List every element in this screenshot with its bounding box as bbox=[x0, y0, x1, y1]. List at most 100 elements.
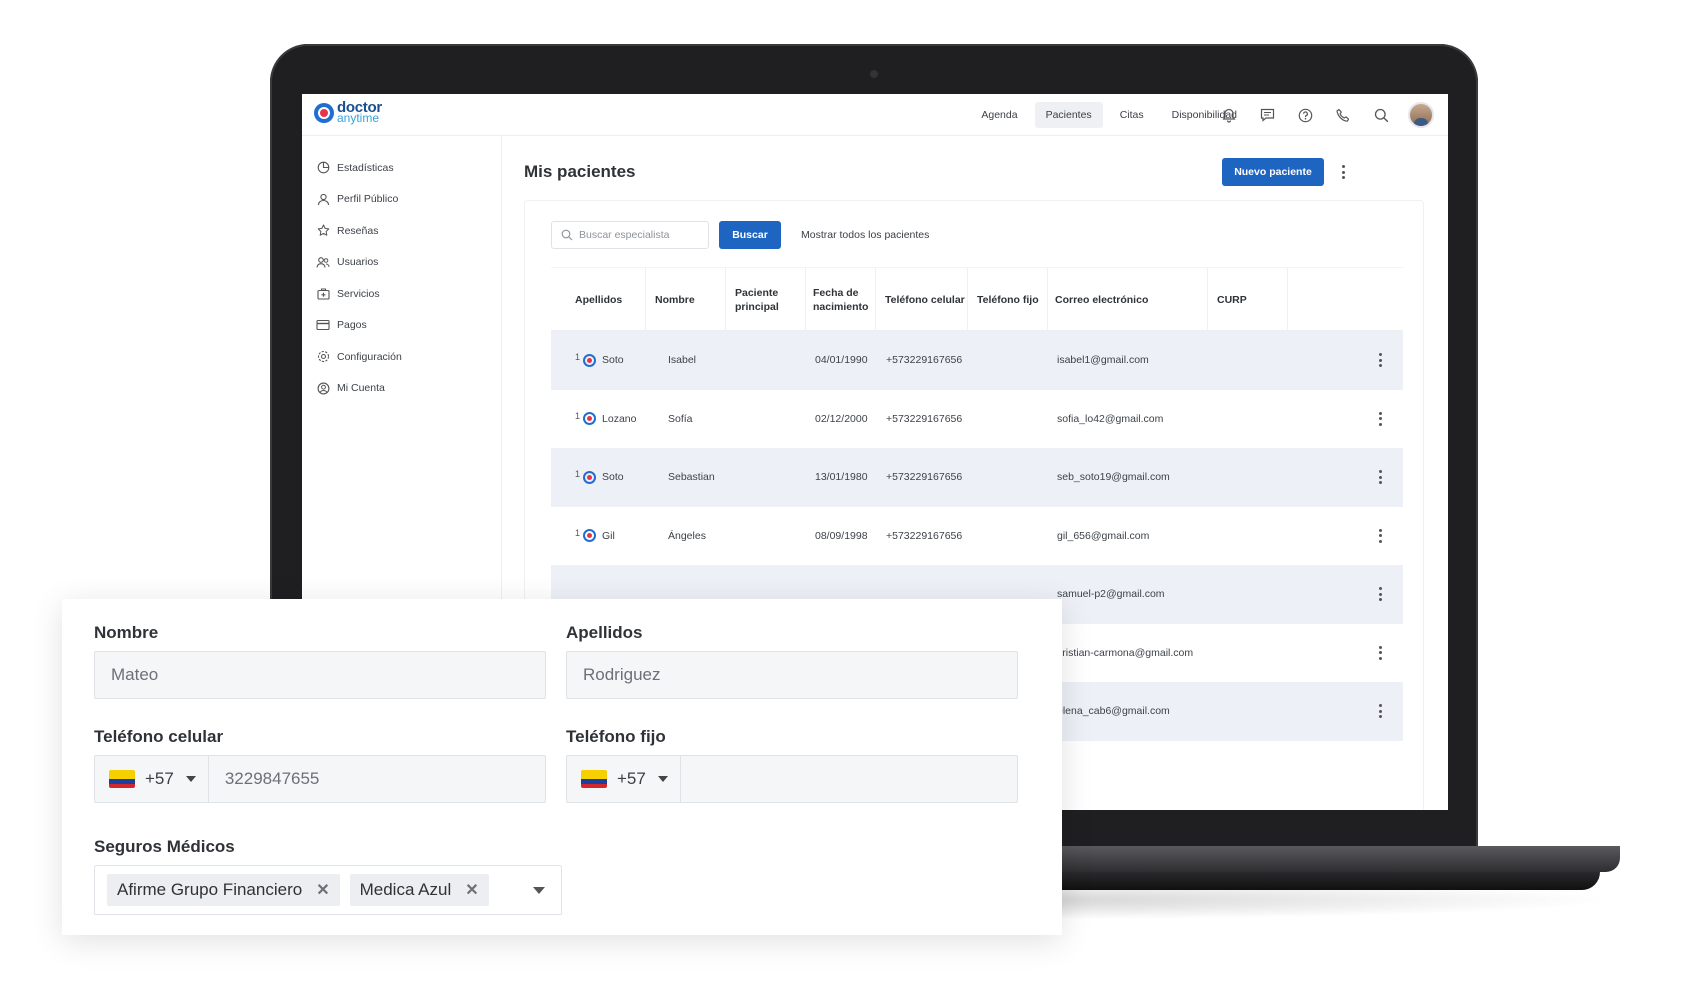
chat-icon[interactable] bbox=[1256, 104, 1278, 126]
nav-pacientes[interactable]: Pacientes bbox=[1034, 102, 1103, 128]
search-button[interactable]: Buscar bbox=[719, 221, 781, 249]
fijo-field[interactable]: +57 bbox=[566, 755, 1018, 803]
cell-email: isabel1@gmail.com bbox=[1057, 354, 1149, 367]
seguros-multiselect[interactable]: Afirme Grupo Financiero ✕ Medica Azul ✕ bbox=[94, 865, 562, 915]
sidebar-item-label: Reseñas bbox=[337, 224, 379, 237]
bell-icon[interactable] bbox=[1218, 104, 1240, 126]
row-menu-icon[interactable] bbox=[1377, 468, 1383, 486]
col-divider bbox=[875, 268, 876, 332]
cell-email: samuel-p2@gmail.com bbox=[1057, 588, 1165, 601]
cell-celular: +573229167656 bbox=[886, 354, 963, 367]
country-code-value: +57 bbox=[617, 769, 646, 788]
search-icon[interactable] bbox=[1370, 104, 1392, 126]
sidebar-item-pagos[interactable]: Pagos bbox=[302, 310, 501, 342]
sidebar-item-configuracion[interactable]: Configuración bbox=[302, 341, 501, 373]
celular-field[interactable]: +57 3229847655 bbox=[94, 755, 546, 803]
sidebar-item-mi-cuenta[interactable]: Mi Cuenta bbox=[302, 373, 501, 405]
col-apellidos[interactable]: Apellidos bbox=[575, 268, 622, 332]
cell-celular: +573229167656 bbox=[886, 471, 963, 484]
sidebar-item-perfil[interactable]: Perfil Público bbox=[302, 184, 501, 216]
sidebar-item-label: Estadísticas bbox=[337, 161, 394, 174]
col-fijo[interactable]: Teléfono fijo bbox=[977, 268, 1039, 332]
rank-badge: 1 bbox=[575, 352, 581, 363]
nav-citas[interactable]: Citas bbox=[1109, 102, 1155, 128]
more-options-icon[interactable] bbox=[1338, 162, 1348, 182]
table-row[interactable]: 1 Lozano Sofía 02/12/2000 +573229167656 s… bbox=[551, 390, 1403, 449]
row-menu-icon[interactable] bbox=[1377, 585, 1383, 603]
cell-nombre: Sofía bbox=[668, 412, 693, 425]
col-divider bbox=[725, 268, 726, 332]
stage: doctor anytime Agenda Pacientes Citas Di… bbox=[0, 0, 1698, 988]
star-icon bbox=[316, 224, 330, 238]
country-code-value: +57 bbox=[145, 769, 174, 788]
cell-email: gil_656@gmail.com bbox=[1057, 529, 1150, 542]
search-input[interactable]: Buscar especialista bbox=[551, 221, 709, 249]
col-celular[interactable]: Teléfono celular bbox=[885, 268, 965, 332]
apellidos-text: Gil bbox=[602, 529, 615, 542]
table-row[interactable]: 1 Gil Ángeles 08/09/1998 +573229167656 gi… bbox=[551, 507, 1403, 566]
chevron-down-icon[interactable] bbox=[533, 887, 545, 894]
country-code-select[interactable]: +57 bbox=[567, 756, 681, 802]
col-nombre[interactable]: Nombre bbox=[655, 268, 695, 332]
sidebar-item-estadisticas[interactable]: Estadísticas bbox=[302, 152, 501, 184]
col-divider bbox=[1047, 268, 1048, 332]
sidebar-item-label: Perfil Público bbox=[337, 193, 399, 206]
chart-icon bbox=[316, 161, 330, 175]
insurance-chip: Afirme Grupo Financiero ✕ bbox=[107, 874, 340, 906]
col-divider bbox=[1207, 268, 1208, 332]
patient-form-panel: Nombre Mateo Apellidos Rodriguez Teléfon… bbox=[62, 599, 1062, 935]
country-code-select[interactable]: +57 bbox=[95, 756, 209, 802]
celular-value: 3229847655 bbox=[224, 769, 320, 788]
top-bar: doctor anytime Agenda Pacientes Citas Di… bbox=[302, 94, 1448, 136]
nav-agenda[interactable]: Agenda bbox=[970, 102, 1028, 128]
primary-patient-icon bbox=[583, 470, 597, 484]
col-curp[interactable]: CURP bbox=[1217, 268, 1247, 332]
colombia-flag-icon bbox=[581, 770, 607, 788]
seguros-label: Seguros Médicos bbox=[94, 837, 235, 856]
sidebar-item-label: Configuración bbox=[337, 350, 402, 363]
cell-fecha: 04/01/1990 bbox=[815, 354, 868, 367]
sidebar-item-resenas[interactable]: Reseñas bbox=[302, 215, 501, 247]
cell-nombre: Sebastian bbox=[668, 471, 715, 484]
nombre-field[interactable]: Mateo bbox=[94, 651, 546, 699]
chevron-down-icon bbox=[185, 776, 196, 782]
col-fecha[interactable]: Fecha de nacimiento bbox=[813, 268, 875, 332]
cell-apellidos: 1 Gil bbox=[575, 507, 615, 566]
col-divider bbox=[805, 268, 806, 332]
row-menu-icon[interactable] bbox=[1377, 527, 1383, 545]
search-placeholder: Buscar especialista bbox=[579, 229, 670, 241]
main-nav: Agenda Pacientes Citas Disponibilidad bbox=[970, 102, 1248, 128]
close-icon[interactable]: ✕ bbox=[465, 880, 478, 900]
rank-badge: 1 bbox=[575, 410, 581, 421]
help-icon[interactable] bbox=[1294, 104, 1316, 126]
top-icons bbox=[1218, 102, 1434, 128]
nombre-label: Nombre bbox=[94, 623, 159, 642]
sidebar-item-label: Servicios bbox=[337, 287, 380, 300]
row-menu-icon[interactable] bbox=[1377, 410, 1383, 428]
avatar[interactable] bbox=[1408, 102, 1434, 128]
col-correo[interactable]: Correo electrónico bbox=[1055, 268, 1148, 332]
table-row[interactable]: 1 Soto Sebastian 13/01/1980 +573229167656… bbox=[551, 448, 1403, 507]
show-all-link[interactable]: Mostrar todos los pacientes bbox=[801, 229, 929, 241]
close-icon[interactable]: ✕ bbox=[316, 880, 329, 900]
logo-line2: anytime bbox=[337, 111, 380, 125]
sidebar-item-servicios[interactable]: Servicios bbox=[302, 278, 501, 310]
cell-nombre: Ángeles bbox=[668, 529, 706, 542]
new-patient-button[interactable]: Nuevo paciente bbox=[1222, 158, 1324, 186]
sidebar-item-usuarios[interactable]: Usuarios bbox=[302, 247, 501, 279]
row-menu-icon[interactable] bbox=[1377, 702, 1383, 720]
gear-icon bbox=[316, 350, 330, 364]
logo[interactable]: doctor anytime bbox=[314, 100, 382, 125]
logo-text: doctor anytime bbox=[337, 100, 382, 125]
col-paciente-principal[interactable]: Paciente principal bbox=[735, 268, 795, 332]
row-menu-icon[interactable] bbox=[1377, 351, 1383, 369]
table-row[interactable]: 1 Soto Isabel 04/01/1990 +573229167656 is… bbox=[551, 331, 1403, 390]
primary-patient-icon bbox=[583, 412, 597, 426]
apellidos-field[interactable]: Rodriguez bbox=[566, 651, 1018, 699]
cell-celular: +573229167656 bbox=[886, 412, 963, 425]
account-icon bbox=[316, 381, 330, 395]
phone-icon[interactable] bbox=[1332, 104, 1354, 126]
cell-apellidos: 1 Soto bbox=[575, 448, 624, 507]
chevron-down-icon bbox=[657, 776, 668, 782]
row-menu-icon[interactable] bbox=[1377, 644, 1383, 662]
